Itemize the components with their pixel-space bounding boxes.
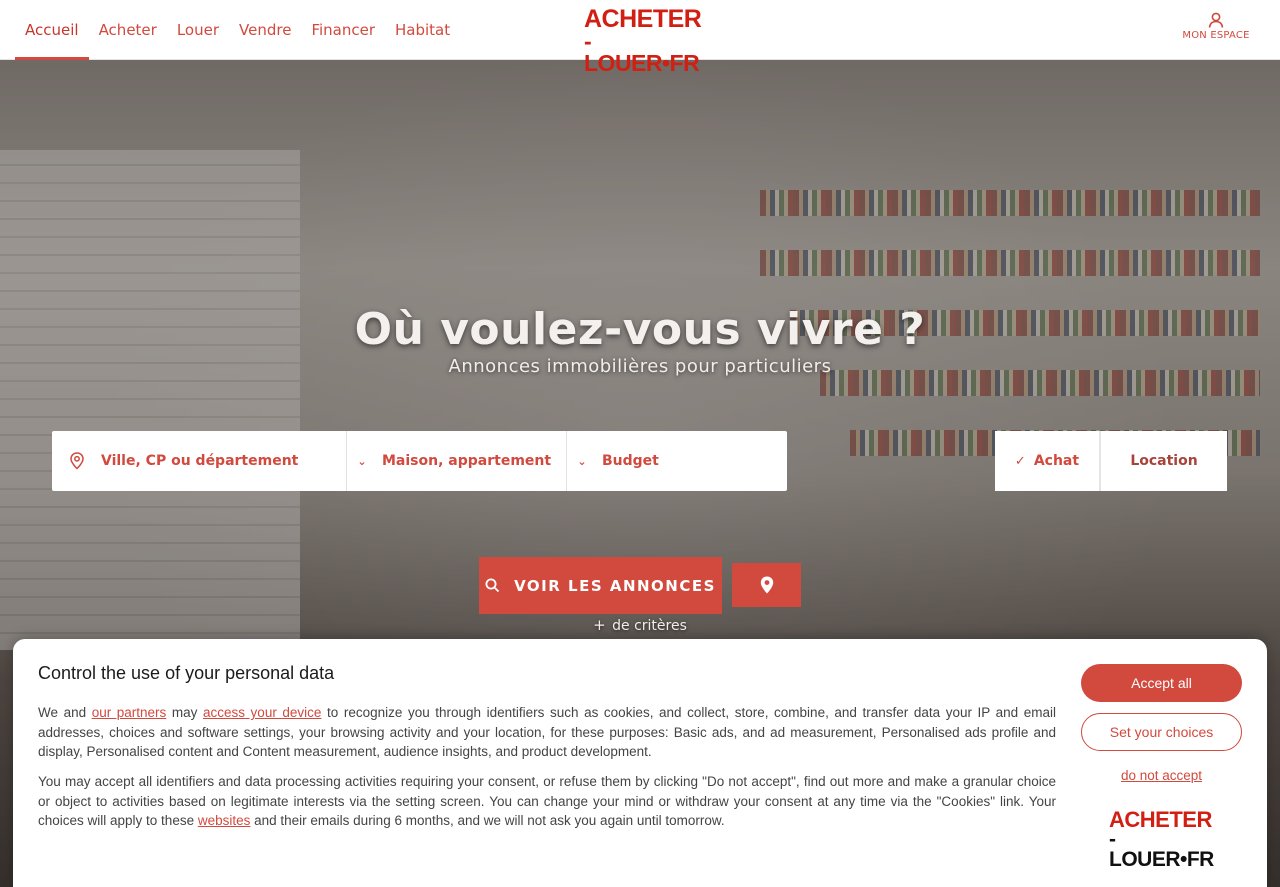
budget-label: Budget	[602, 453, 659, 469]
our-partners-link[interactable]: our partners	[92, 705, 167, 720]
more-criteria-link[interactable]: + de critères	[0, 616, 1280, 634]
logo-line2: -LOUER•FR	[584, 28, 700, 76]
nav-vendre[interactable]: Vendre	[229, 0, 301, 60]
hero-title: Où voulez-vous vivre ?	[354, 304, 926, 355]
nav-financer[interactable]: Financer	[301, 0, 385, 60]
consent-text: and their emails during 6 months, and we…	[250, 813, 725, 828]
accept-all-button[interactable]: Accept all	[1081, 664, 1242, 702]
chevron-down-icon: ⌄	[577, 454, 587, 468]
account-button[interactable]: MON ESPACE	[1178, 12, 1254, 48]
websites-link[interactable]: websites	[198, 813, 251, 828]
location-field[interactable]: Ville, CP ou département	[52, 431, 347, 491]
hero-subtitle: Annonces immobilières pour particuliers	[448, 356, 832, 377]
see-listings-button[interactable]: VOIR LES ANNONCES	[479, 557, 722, 614]
toggle-location[interactable]: Location	[1101, 431, 1227, 491]
check-icon: ✓	[1014, 453, 1026, 469]
account-label: MON ESPACE	[1182, 30, 1250, 41]
consent-paragraph-1: We and our partners may access your devi…	[38, 703, 1056, 762]
budget-select[interactable]: ⌄ Budget	[567, 431, 787, 491]
consent-title: Control the use of your personal data	[38, 663, 335, 683]
map-search-button[interactable]	[732, 563, 801, 607]
search-icon	[485, 578, 500, 593]
map-marker-icon	[760, 576, 773, 594]
site-logo[interactable]: ACHETER -LOUER•FR	[584, 5, 702, 75]
nav-louer[interactable]: Louer	[167, 0, 229, 60]
do-not-accept-link[interactable]: do not accept	[1081, 768, 1242, 783]
nav-habitat[interactable]: Habitat	[385, 0, 460, 60]
nav-accueil[interactable]: Accueil	[15, 0, 89, 60]
toggle-location-label: Location	[1130, 453, 1198, 469]
main-nav: Accueil Acheter Louer Vendre Financer Ha…	[15, 0, 460, 60]
consent-logo-line1: ACHETER	[1109, 807, 1212, 832]
property-type-select[interactable]: ⌄ Maison, appartement	[347, 431, 567, 491]
user-icon	[1208, 12, 1224, 28]
consent-banner: Control the use of your personal data We…	[13, 639, 1267, 887]
consent-text: may	[166, 705, 203, 720]
map-pin-icon	[66, 452, 88, 470]
toggle-achat[interactable]: ✓ Achat	[995, 431, 1101, 491]
consent-paragraph-2: You may accept all identifiers and data …	[38, 772, 1056, 831]
property-type-label: Maison, appartement	[382, 453, 552, 469]
logo-line1: ACHETER	[584, 5, 702, 33]
site-header: Accueil Acheter Louer Vendre Financer Ha…	[0, 0, 1280, 75]
plus-icon: +	[593, 616, 606, 634]
chevron-down-icon: ⌄	[357, 454, 367, 468]
location-label: Ville, CP ou département	[101, 453, 299, 469]
see-listings-label: VOIR LES ANNONCES	[514, 576, 716, 595]
search-bar: Ville, CP ou département ⌄ Maison, appar…	[52, 431, 787, 491]
consent-text: We and	[38, 705, 92, 720]
transaction-toggle: ✓ Achat Location	[995, 431, 1227, 491]
toggle-achat-label: Achat	[1033, 453, 1080, 469]
set-choices-button[interactable]: Set your choices	[1081, 713, 1242, 751]
access-device-link[interactable]: access your device	[203, 705, 321, 720]
nav-acheter[interactable]: Acheter	[89, 0, 167, 60]
consent-logo: ACHETER -LOUER•FR	[1109, 807, 1219, 871]
consent-logo-line2: -LOUER•FR	[1109, 828, 1214, 871]
more-criteria-label: de critères	[612, 618, 687, 634]
